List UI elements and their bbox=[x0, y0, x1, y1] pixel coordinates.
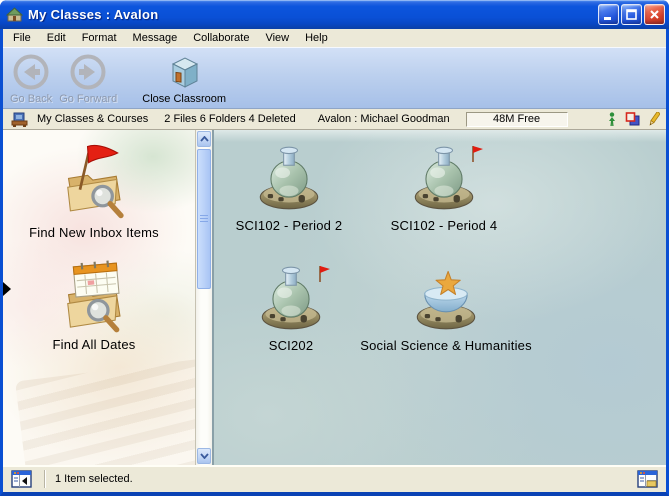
info-bar-right-icons bbox=[607, 112, 660, 127]
status-bar: 1 Item selected. bbox=[3, 465, 666, 492]
person-icon[interactable] bbox=[607, 112, 617, 127]
minimize-icon bbox=[602, 8, 615, 21]
sidebar-item-find-all-dates[interactable]: Find All Dates bbox=[3, 252, 185, 352]
chevron-up-icon bbox=[200, 136, 209, 142]
folder-flag-search-icon bbox=[55, 140, 133, 222]
new-items-flag-icon bbox=[317, 265, 331, 283]
close-icon bbox=[648, 8, 661, 21]
menu-format[interactable]: Format bbox=[74, 30, 125, 47]
minimize-button[interactable] bbox=[598, 4, 619, 25]
menu-file[interactable]: File bbox=[5, 30, 39, 47]
sidebar-item-label: Find New Inbox Items bbox=[3, 225, 185, 240]
folder-calendar-search-icon bbox=[55, 252, 133, 334]
location-label: My Classes & Courses bbox=[37, 113, 148, 125]
classroom-list: SCI102 - Period 2 SCI102 - Period 4 SCI2… bbox=[213, 130, 666, 465]
classroom-building-icon bbox=[166, 52, 202, 92]
scroll-down-button[interactable] bbox=[197, 448, 211, 464]
forward-arrow-circle-icon bbox=[69, 52, 107, 92]
go-back-label: Go Back bbox=[10, 93, 52, 105]
classroom-label: Social Science & Humanities bbox=[346, 338, 546, 353]
sidebar-scrollbar[interactable] bbox=[196, 130, 213, 465]
back-arrow-circle-icon bbox=[12, 52, 50, 92]
scroll-up-button[interactable] bbox=[197, 131, 211, 147]
go-forward-button[interactable]: Go Forward bbox=[56, 51, 120, 106]
app-window: My Classes : Avalon File Edit Format Mes… bbox=[0, 0, 669, 496]
toggle-split-view-icon bbox=[637, 470, 658, 488]
close-classroom-button[interactable]: Close Classroom bbox=[139, 51, 229, 106]
window-frame: File Edit Format Message Collaborate Vie… bbox=[0, 29, 669, 496]
toggle-sidebar-icon bbox=[11, 470, 32, 488]
new-items-flag-icon bbox=[470, 145, 484, 163]
info-bar: My Classes & Courses 2 Files 6 Folders 4… bbox=[3, 109, 666, 130]
toggle-sidebar-button[interactable] bbox=[11, 470, 32, 488]
go-forward-label: Go Forward bbox=[59, 93, 117, 105]
flask-icon bbox=[410, 144, 478, 212]
pencil-icon[interactable] bbox=[648, 112, 660, 127]
menu-view[interactable]: View bbox=[257, 30, 297, 47]
chevron-down-icon bbox=[200, 453, 209, 459]
go-back-button[interactable]: Go Back bbox=[7, 51, 55, 106]
bowl-starfish-icon bbox=[412, 264, 480, 332]
menu-collaborate[interactable]: Collaborate bbox=[185, 30, 257, 47]
close-button[interactable] bbox=[644, 4, 665, 25]
close-classroom-label: Close Classroom bbox=[142, 93, 226, 105]
pages-icon[interactable] bbox=[625, 112, 640, 127]
status-separator bbox=[44, 470, 45, 488]
flask-icon bbox=[255, 144, 323, 212]
window-title: My Classes : Avalon bbox=[28, 7, 596, 22]
watercolor-books-art bbox=[15, 357, 196, 465]
scrollbar-grip bbox=[200, 215, 208, 223]
menu-edit[interactable]: Edit bbox=[39, 30, 74, 47]
flask-icon bbox=[257, 264, 325, 332]
classroom-item-social-science[interactable]: Social Science & Humanities bbox=[346, 264, 546, 353]
scrollbar-thumb[interactable] bbox=[197, 149, 211, 289]
server-user-label: Avalon : Michael Goodman bbox=[318, 113, 450, 125]
menu-bar: File Edit Format Message Collaborate Vie… bbox=[3, 29, 666, 47]
toggle-split-view-button[interactable] bbox=[637, 470, 658, 488]
maximize-button[interactable] bbox=[621, 4, 642, 25]
pane-splitter-arrow-icon[interactable] bbox=[3, 282, 11, 296]
maximize-icon bbox=[625, 8, 638, 21]
selection-status-text: 1 Item selected. bbox=[55, 473, 637, 485]
content-area: Find New Inbox Items Find All Dates bbox=[3, 130, 666, 465]
storage-free-indicator: 48M Free bbox=[466, 112, 568, 127]
menu-help[interactable]: Help bbox=[297, 30, 336, 47]
classroom-label: SCI102 - Period 4 bbox=[344, 218, 544, 233]
classroom-item-sci102-period-4[interactable]: SCI102 - Period 4 bbox=[344, 144, 544, 233]
title-bar[interactable]: My Classes : Avalon bbox=[0, 0, 669, 29]
menu-message[interactable]: Message bbox=[125, 30, 186, 47]
sidebar-item-find-new-inbox-items[interactable]: Find New Inbox Items bbox=[3, 140, 185, 240]
item-counts: 2 Files 6 Folders 4 Deleted bbox=[164, 113, 295, 125]
sidebar: Find New Inbox Items Find All Dates bbox=[3, 130, 196, 465]
schoolhouse-icon bbox=[6, 6, 23, 23]
toolbar: Go Back Go Forward bbox=[3, 47, 666, 109]
sidebar-item-label: Find All Dates bbox=[3, 337, 185, 352]
desk-icon bbox=[11, 112, 29, 127]
